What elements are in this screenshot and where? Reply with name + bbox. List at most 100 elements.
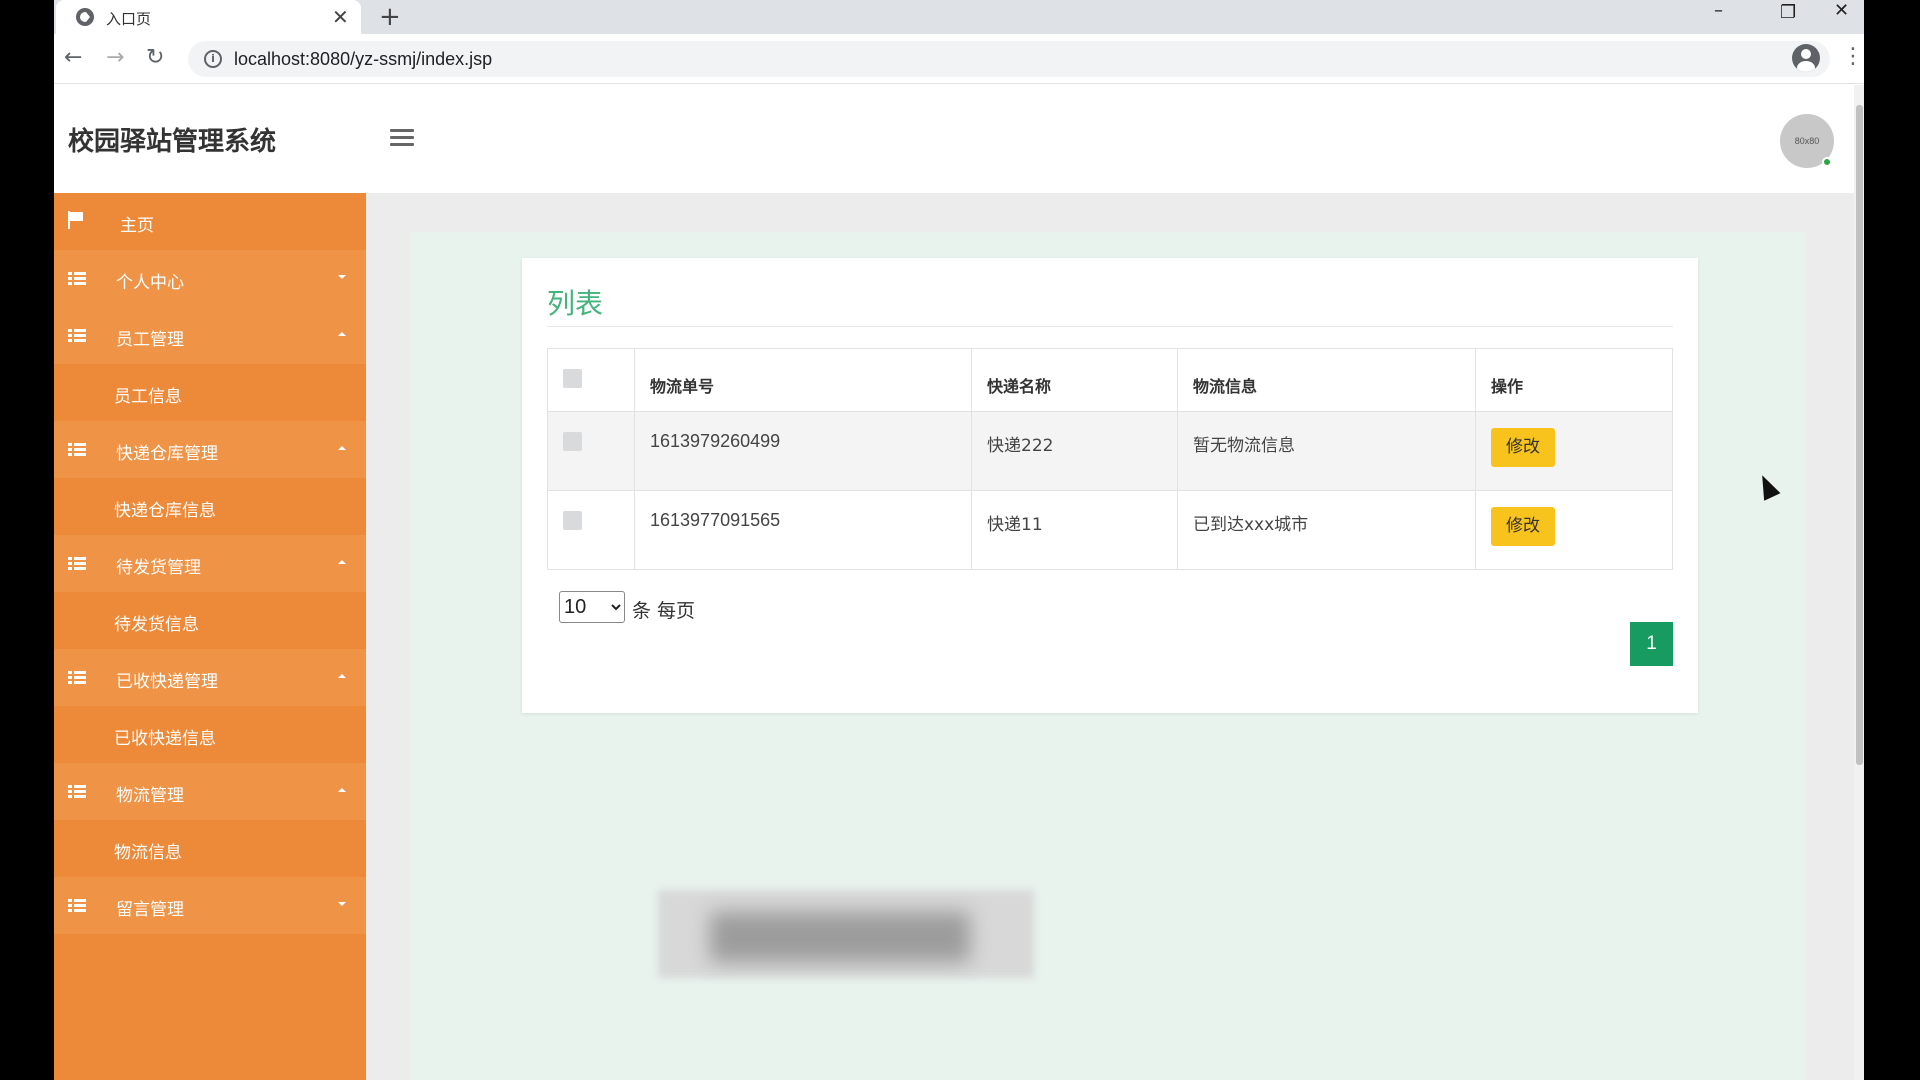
table-row: 1613977091565 快递11 已到达xxx城市 修改	[547, 490, 1673, 570]
sidebar-item-message-management[interactable]: 留言管理	[54, 877, 366, 934]
app-title: 校园驿站管理系统	[68, 127, 277, 157]
sidebar-item-warehouse-info[interactable]: 快递仓库信息	[54, 478, 366, 535]
profile-icon[interactable]	[1792, 44, 1820, 72]
page-size-wrapper: 10	[559, 591, 625, 623]
sidebar-item-personal-center[interactable]: 个人中心	[54, 250, 366, 307]
column-header-info: 物流信息	[1177, 348, 1476, 412]
minimize-icon[interactable]: –	[1714, 0, 1723, 21]
sidebar-item-received-management[interactable]: 已收快递管理	[54, 649, 366, 706]
sidebar-item-label: 员工管理	[116, 330, 184, 350]
hamburger-menu-icon[interactable]	[390, 129, 414, 147]
grid-icon	[68, 557, 86, 571]
page-button-1[interactable]: 1	[1630, 622, 1673, 666]
sidebar-item-label: 待发货管理	[116, 558, 201, 578]
flag-icon	[68, 211, 84, 229]
browser-menu-icon[interactable]: ⋮	[1842, 44, 1864, 69]
info-cell: 暂无物流信息	[1177, 411, 1476, 491]
edit-button[interactable]: 修改	[1491, 507, 1555, 546]
sidebar-item-warehouse-management[interactable]: 快递仓库管理	[54, 421, 366, 478]
sidebar-item-label: 已收快递信息	[114, 729, 216, 749]
sidebar-item-label: 快递仓库信息	[114, 501, 216, 521]
grid-icon	[68, 272, 86, 286]
sidebar-item-label: 员工信息	[114, 387, 182, 407]
sidebar: 主页 个人中心 员工管理 员工信息 快递仓库管理 快递仓库信息 待发货管理 待发…	[54, 193, 366, 1080]
browser-toolbar: ← → ↻ i localhost:8080/yz-ssmj/index.jsp…	[54, 34, 1864, 84]
address-bar[interactable]: i localhost:8080/yz-ssmj/index.jsp ☆	[188, 41, 1830, 77]
browser-tab[interactable]: 入口页 ✕	[56, 0, 361, 34]
courier-cell: 快递222	[971, 411, 1178, 491]
order-no-cell: 1613979260499	[634, 411, 972, 491]
sidebar-item-logistics-info[interactable]: 物流信息	[54, 820, 366, 877]
chevron-up-icon	[338, 788, 346, 792]
info-icon[interactable]: i	[204, 50, 222, 68]
grid-icon	[68, 329, 86, 343]
tab-title: 入口页	[106, 10, 152, 28]
sidebar-item-label: 留言管理	[116, 900, 184, 920]
column-header-order-no: 物流单号	[634, 348, 972, 412]
grid-icon	[68, 671, 86, 685]
row-select-cell	[547, 490, 635, 570]
list-card: 列表 物流单号 快递名称 物流信息 操作 1613979260499 快递222…	[522, 258, 1698, 713]
logistics-table: 物流单号 快递名称 物流信息 操作 1613979260499 快递222 暂无…	[547, 348, 1673, 570]
action-cell: 修改	[1475, 411, 1673, 491]
sidebar-item-label: 待发货信息	[114, 615, 199, 635]
sidebar-item-pending-shipment-management[interactable]: 待发货管理	[54, 535, 366, 592]
table-row: 1613979260499 快递222 暂无物流信息 修改	[547, 411, 1673, 491]
page-size-label: 条 每页	[632, 600, 696, 622]
restore-icon[interactable]: ❐	[1780, 2, 1796, 23]
globe-icon	[76, 8, 94, 26]
sidebar-item-label: 物流管理	[116, 786, 184, 806]
sidebar-item-staff-info[interactable]: 员工信息	[54, 364, 366, 421]
page-size-select[interactable]: 10	[559, 591, 625, 623]
courier-cell: 快递11	[971, 490, 1178, 570]
close-window-icon[interactable]: ✕	[1834, 0, 1849, 21]
scrollbar-thumb[interactable]	[1856, 105, 1863, 765]
content-panel: 列表 物流单号 快递名称 物流信息 操作 1613979260499 快递222…	[410, 232, 1806, 1080]
column-header-action: 操作	[1475, 348, 1673, 412]
chevron-up-icon	[338, 446, 346, 450]
sidebar-item-label: 主页	[120, 216, 154, 236]
select-all-cell	[547, 348, 635, 412]
grid-icon	[68, 785, 86, 799]
chevron-down-icon	[338, 275, 346, 279]
main-area: 列表 物流单号 快递名称 物流信息 操作 1613979260499 快递222…	[366, 193, 1854, 1080]
divider	[547, 326, 1673, 327]
blurred-text	[710, 912, 970, 962]
sidebar-item-label: 个人中心	[116, 273, 184, 293]
app-header: 校园驿站管理系统 80x80	[54, 85, 1854, 193]
forward-icon[interactable]: →	[106, 45, 124, 70]
url-text[interactable]: localhost:8080/yz-ssmj/index.jsp	[234, 49, 492, 70]
chevron-up-icon	[338, 560, 346, 564]
sidebar-item-logistics-management[interactable]: 物流管理	[54, 763, 366, 820]
chevron-up-icon	[338, 674, 346, 678]
scrollbar[interactable]	[1854, 85, 1864, 1080]
grid-icon	[68, 443, 86, 457]
sidebar-item-received-info[interactable]: 已收快递信息	[54, 706, 366, 763]
sidebar-item-pending-shipment-info[interactable]: 待发货信息	[54, 592, 366, 649]
browser-window: 入口页 ✕ + – ❐ ✕ ← → ↻ i localhost:8080/yz-…	[54, 0, 1864, 1080]
back-icon[interactable]: ←	[64, 45, 82, 70]
info-cell: 已到达xxx城市	[1177, 490, 1476, 570]
order-no-cell: 1613977091565	[634, 490, 972, 570]
grid-icon	[68, 899, 86, 913]
row-checkbox[interactable]	[563, 511, 582, 530]
sidebar-item-home[interactable]: 主页	[54, 193, 366, 250]
close-tab-icon[interactable]: ✕	[332, 5, 349, 29]
card-title: 列表	[547, 287, 604, 320]
tab-strip: 入口页 ✕ + – ❐ ✕	[54, 0, 1864, 34]
sidebar-item-label: 快递仓库管理	[116, 444, 218, 464]
action-cell: 修改	[1475, 490, 1673, 570]
chevron-down-icon	[338, 902, 346, 906]
table-header-row: 物流单号 快递名称 物流信息 操作	[547, 348, 1673, 412]
row-checkbox[interactable]	[563, 432, 582, 451]
sidebar-item-staff-management[interactable]: 员工管理	[54, 307, 366, 364]
chevron-up-icon	[338, 332, 346, 336]
new-tab-icon[interactable]: +	[379, 2, 401, 32]
reload-icon[interactable]: ↻	[146, 45, 164, 70]
row-select-cell	[547, 411, 635, 491]
sidebar-item-label: 物流信息	[114, 843, 182, 863]
column-header-courier: 快递名称	[971, 348, 1178, 412]
select-all-checkbox[interactable]	[563, 369, 582, 388]
sidebar-item-label: 已收快递管理	[116, 672, 218, 692]
edit-button[interactable]: 修改	[1491, 428, 1555, 467]
